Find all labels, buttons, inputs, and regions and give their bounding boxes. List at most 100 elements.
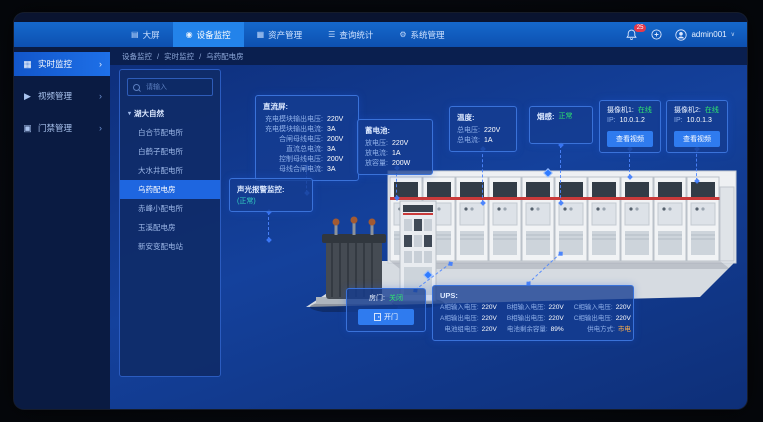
ups-panel: UPS: A相输入电压:220V B相输入电压:220V C相输入电压:220V…	[432, 285, 634, 341]
row-value: 220V	[549, 303, 564, 313]
data-row: 总电压:220V	[457, 126, 509, 136]
breadcrumb-item[interactable]: 乌药配电房	[206, 51, 244, 62]
row-value: 220V	[484, 126, 500, 136]
content-column: 设备监控 / 实时监控 / 乌药配电房 ▾	[110, 47, 747, 409]
row-value: 220V	[549, 314, 564, 324]
connector-line	[629, 149, 630, 177]
user-menu[interactable]: admin001 ∨	[675, 29, 735, 41]
door-access-icon: ▣	[22, 123, 33, 134]
tab-system[interactable]: ⚙ 系统管理	[386, 22, 457, 47]
fullscreen-toggle-icon[interactable]	[650, 29, 662, 41]
open-door-button[interactable]: 开门	[358, 309, 414, 325]
ip-value: 10.0.1.2	[620, 116, 645, 126]
breadcrumb-item[interactable]: 设备监控	[122, 51, 152, 62]
search-input[interactable]	[144, 83, 207, 92]
tab-assets[interactable]: ▦ 资产管理	[244, 22, 316, 47]
screen-icon	[651, 29, 662, 40]
status-badge: 关闭	[389, 294, 403, 304]
data-row: 总电流:1A	[457, 136, 509, 146]
monitor-icon: ◉	[186, 30, 193, 39]
status-badge: 在线	[705, 106, 719, 116]
app-window: ▤ 大屏 ◉ 设备监控 ▦ 资产管理 ☰ 查询统计 ⚙ 系统管理	[14, 13, 747, 409]
row-value: 200V	[327, 155, 351, 165]
data-row: 放容量:200W	[365, 159, 425, 169]
ups-grid: A相输入电压:220V B相输入电压:220V C相输入电压:220V A相输出…	[440, 303, 626, 335]
tree-item[interactable]: 白合节配电所	[120, 123, 220, 142]
sidebar-item-realtime-monitor[interactable]: ▦ 实时监控 ›	[14, 52, 110, 76]
chevron-down-icon: ∨	[731, 31, 735, 38]
tab-device-monitor[interactable]: ◉ 设备监控	[173, 22, 244, 47]
tab-dashboard[interactable]: ▤ 大屏	[118, 22, 173, 47]
data-row: A相输出电压:220V	[440, 314, 497, 324]
monitor-grid-icon: ▦	[22, 59, 33, 70]
status-badge: (正常)	[237, 196, 305, 206]
row-value: 220V	[482, 303, 497, 313]
row-label: 房门:	[369, 294, 385, 304]
row-value: 1A	[392, 149, 401, 159]
row-label: 电池组电压:	[444, 325, 478, 335]
dc-screen-panel: 直流屏: 充电模块输出电压:220V 充电模块输出电流:3A 合闸母线电压:20…	[255, 95, 359, 181]
view-video-button[interactable]: 查看视频	[607, 131, 653, 147]
tree-item[interactable]: 大水井配电所	[120, 161, 220, 180]
row-label: 控制母线电压:	[279, 155, 323, 165]
battery-panel: 蓄电池: 放电压:220V 放电流:1A 放容量:200W	[357, 119, 433, 175]
username: admin001	[691, 30, 726, 39]
data-row: 烟感:正常	[537, 112, 585, 122]
data-row: IP: 10.0.1.3	[674, 116, 720, 126]
row-value: 3A	[327, 145, 351, 155]
button-label: 查看视频	[683, 134, 711, 144]
top-navbar: ▤ 大屏 ◉ 设备监控 ▦ 资产管理 ☰ 查询统计 ⚙ 系统管理	[14, 22, 747, 47]
ip-value: 10.0.1.3	[687, 116, 712, 126]
main-canvas: ▾ 湖大自然 白合节配电所 白鹤子配电所 大水井配电所 乌药配电房 赤峰小配电所…	[110, 65, 747, 409]
row-value: 220V	[616, 314, 631, 324]
button-label: 查看视频	[616, 134, 644, 144]
tree-root-node[interactable]: ▾ 湖大自然	[120, 106, 220, 123]
screenshot-stage: ▤ 大屏 ◉ 设备监控 ▦ 资产管理 ☰ 查询统计 ⚙ 系统管理	[0, 0, 763, 422]
data-row: 摄像机1:在线	[607, 106, 653, 116]
row-label: B相输入电压:	[507, 303, 546, 313]
row-label: 总电流:	[457, 136, 480, 146]
row-label: IP:	[674, 116, 683, 126]
data-row: C相输入电压:220V	[574, 303, 631, 313]
view-video-button[interactable]: 查看视频	[674, 131, 720, 147]
data-row: 电池剩余容量:89%	[507, 325, 564, 335]
data-row: 充电模块输出电压:220V	[263, 115, 351, 125]
sidebar-item-label: 实时监控	[38, 58, 72, 70]
data-row: A相输入电压:220V	[440, 303, 497, 313]
row-value: 3A	[327, 165, 351, 175]
panel-title: 声光报警监控:	[237, 184, 305, 195]
sidebar-item-video-manage[interactable]: ▶ 视频管理 ›	[14, 84, 110, 108]
sidebar-item-access-manage[interactable]: ▣ 门禁管理 ›	[14, 116, 110, 140]
connector-line	[696, 149, 697, 181]
chevron-right-icon: ›	[99, 91, 102, 101]
tree-item[interactable]: 赤峰小配电所	[120, 199, 220, 218]
left-sidebar: ▦ 实时监控 › ▶ 视频管理 › ▣ 门禁管理 ›	[14, 47, 110, 409]
tree-item[interactable]: 新安变配电站	[120, 237, 220, 256]
data-row: 直流总电流:3A	[263, 145, 351, 155]
connector-line	[560, 145, 561, 203]
data-row: 合闸母线电压:200V	[263, 135, 351, 145]
notification-bell-icon[interactable]: 25	[625, 29, 637, 41]
alarm-monitor-panel: 声光报警监控: (正常)	[229, 178, 313, 212]
tab-query-stats[interactable]: ☰ 查询统计	[315, 22, 386, 47]
tree-collapse-icon: ▾	[128, 110, 131, 117]
data-row: 摄像机2:在线	[674, 106, 720, 116]
tab-label: 查询统计	[339, 29, 373, 41]
panel-title: 蓄电池:	[365, 125, 425, 136]
data-row: 母线合闸电流:3A	[263, 165, 351, 175]
tree-item-active[interactable]: 乌药配电房	[120, 180, 220, 199]
breadcrumb-item[interactable]: 实时监控	[164, 51, 194, 62]
tree-item[interactable]: 白鹤子配电所	[120, 142, 220, 161]
data-row: 放电流:1A	[365, 149, 425, 159]
chevron-right-icon: ›	[99, 59, 102, 69]
data-row: B相输入电压:220V	[507, 303, 564, 313]
tree-item[interactable]: 玉溪配电房	[120, 218, 220, 237]
status-badge: 在线	[638, 106, 652, 116]
data-row: 放电压:220V	[365, 139, 425, 149]
panel-title: UPS:	[440, 291, 626, 300]
data-row: 电池组电压:220V	[440, 325, 497, 335]
device-tree-panel: ▾ 湖大自然 白合节配电所 白鹤子配电所 大水井配电所 乌药配电房 赤峰小配电所…	[119, 69, 221, 377]
tab-label: 系统管理	[411, 29, 445, 41]
row-label: A相输入电压:	[440, 303, 479, 313]
row-label: 充电模块输出电流:	[265, 125, 323, 135]
